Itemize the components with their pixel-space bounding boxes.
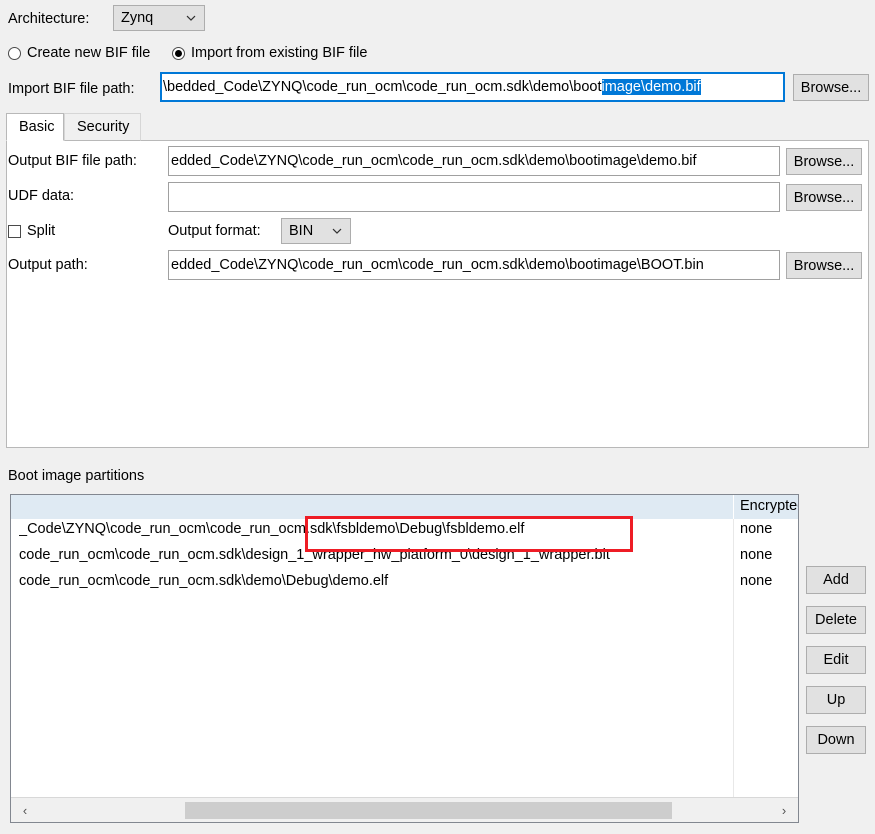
import-bif-path-selection: image\demo.bif [601,79,701,95]
column-divider-body [733,519,734,797]
import-bif-path-input[interactable]: \bedded_Code\ZYNQ\code_run_ocm\code_run_… [160,72,785,102]
move-down-button[interactable]: Down [806,726,866,754]
tab-security-label: Security [77,119,130,135]
move-up-button[interactable]: Up [806,686,866,714]
architecture-label: Architecture: [8,11,90,27]
scroll-left-arrow-icon[interactable]: ‹ [13,798,37,822]
partitions-table-header: Encrypted [11,495,798,519]
output-bif-path-label: Output BIF file path: [8,153,137,169]
import-bif-path-value: \bedded_Code\ZYNQ\code_run_ocm\code_run_… [163,79,602,95]
horizontal-scrollbar[interactable]: ‹ › [11,797,798,822]
table-cell-path: _Code\ZYNQ\code_run_ocm\code_run_ocm.sdk… [19,521,525,537]
output-format-value: BIN [289,223,314,239]
tab-strip: Basic Security [6,113,869,141]
radio-create-new-bif-indicator [8,46,21,60]
output-format-dropdown[interactable]: BIN [281,218,351,244]
delete-partition-button[interactable]: Delete [806,606,866,634]
radio-import-existing-bif[interactable]: Import from existing BIF file [172,45,367,61]
tab-basic[interactable]: Basic [6,113,64,141]
table-cell-path: code_run_ocm\code_run_ocm.sdk\demo\Debug… [19,573,389,589]
table-cell-encrypted: none [740,521,773,537]
table-row[interactable]: code_run_ocm\code_run_ocm.sdk\design_1_w… [11,545,798,570]
output-format-label: Output format: [168,223,261,239]
table-cell-encrypted: none [740,573,773,589]
table-row[interactable]: _Code\ZYNQ\code_run_ocm\code_run_ocm.sdk… [11,519,798,544]
output-path-browse-button[interactable]: Browse... [786,252,862,279]
scrollbar-thumb[interactable] [185,802,672,819]
split-checkbox-indicator [8,224,21,238]
radio-import-existing-bif-indicator [172,46,185,60]
split-checkbox[interactable]: Split [8,223,55,239]
output-bif-path-input[interactable]: edded_Code\ZYNQ\code_run_ocm\code_run_oc… [168,146,780,176]
output-path-input[interactable]: edded_Code\ZYNQ\code_run_ocm\code_run_oc… [168,250,780,280]
chevron-down-icon [186,13,196,22]
output-path-label: Output path: [8,257,88,273]
partitions-table: Encrypted _Code\ZYNQ\code_run_ocm\code_r… [10,494,799,823]
split-checkbox-label: Split [27,223,56,239]
boot-image-partitions-label: Boot image partitions [8,468,145,484]
udf-data-label: UDF data: [8,188,75,204]
table-row[interactable]: code_run_ocm\code_run_ocm.sdk\demo\Debug… [11,571,798,596]
tab-security[interactable]: Security [64,113,141,141]
edit-partition-button[interactable]: Edit [806,646,866,674]
table-cell-encrypted: none [740,547,773,563]
column-divider [733,495,734,519]
output-bif-path-value: edded_Code\ZYNQ\code_run_ocm\code_run_oc… [171,153,697,169]
udf-data-browse-button[interactable]: Browse... [786,184,862,211]
radio-create-new-bif[interactable]: Create new BIF file [8,45,150,61]
scroll-right-arrow-icon[interactable]: › [772,798,796,822]
output-bif-browse-button[interactable]: Browse... [786,148,862,175]
architecture-value: Zynq [121,10,154,26]
architecture-dropdown[interactable]: Zynq [113,5,205,31]
column-header-encrypted[interactable]: Encrypted [740,498,798,514]
add-partition-button[interactable]: Add [806,566,866,594]
radio-import-existing-bif-label: Import from existing BIF file [191,45,368,61]
import-bif-browse-button[interactable]: Browse... [793,74,869,101]
tab-basic-label: Basic [19,119,55,135]
table-cell-path: code_run_ocm\code_run_ocm.sdk\design_1_w… [19,547,610,563]
import-bif-path-label: Import BIF file path: [8,81,135,97]
chevron-down-icon [332,226,342,235]
udf-data-input[interactable] [168,182,780,212]
radio-create-new-bif-label: Create new BIF file [27,45,151,61]
output-path-value: edded_Code\ZYNQ\code_run_ocm\code_run_oc… [171,257,704,273]
